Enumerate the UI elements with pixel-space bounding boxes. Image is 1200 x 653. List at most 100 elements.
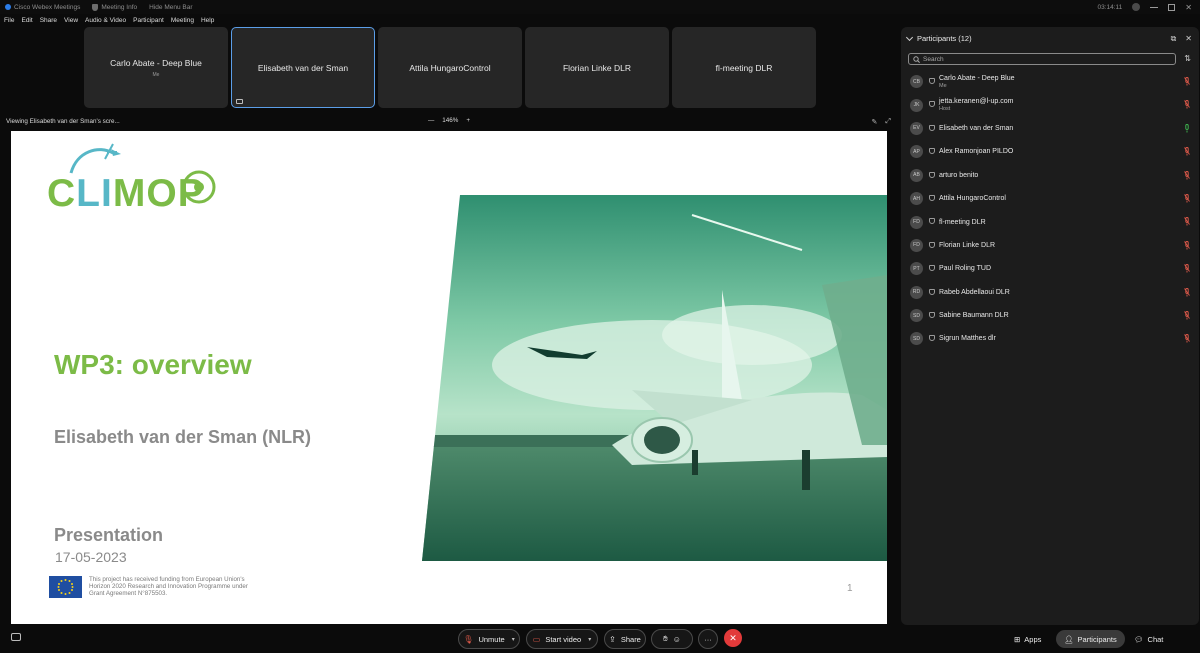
audio-connection-icon bbox=[929, 335, 935, 342]
participants-icon: 👤︎ bbox=[1064, 634, 1074, 644]
tile-name: Attila HungaroControl bbox=[409, 62, 491, 73]
participant-row[interactable]: AH Attila HungaroControl bbox=[901, 187, 1199, 210]
zoom-in-button[interactable]: + bbox=[466, 117, 470, 124]
video-tile[interactable]: Carlo Abate - Deep Blue Me bbox=[84, 27, 228, 108]
mic-muted-icon[interactable] bbox=[1184, 264, 1190, 273]
title-bar: Cisco Webex Meetings Meeting Info Hide M… bbox=[0, 0, 1200, 14]
participant-meta: fl-meeting DLR bbox=[939, 219, 986, 226]
slide-date: 17-05-2023 bbox=[55, 549, 127, 565]
participant-role: Me bbox=[939, 82, 947, 89]
reactions-icon[interactable]: ☺ bbox=[673, 635, 681, 644]
avatar: JK bbox=[910, 98, 923, 112]
fullscreen-icon[interactable]: ⤢ bbox=[885, 118, 891, 126]
chat-icon: 💬︎ bbox=[1134, 634, 1144, 644]
share-icon: ⇪ bbox=[609, 634, 616, 644]
participant-meta: Sabine Baumann DLR bbox=[939, 312, 1009, 319]
participant-row[interactable]: SD Sabine Baumann DLR bbox=[901, 304, 1199, 327]
audio-connection-icon bbox=[929, 148, 935, 155]
mic-muted-icon: 🎙︎ bbox=[463, 634, 474, 644]
mic-muted-icon[interactable] bbox=[1184, 100, 1190, 109]
participant-search-input[interactable]: Search bbox=[908, 53, 1176, 65]
captions-icon[interactable] bbox=[11, 633, 21, 641]
mic-muted-icon[interactable] bbox=[1184, 287, 1190, 297]
menu-file[interactable]: File bbox=[4, 17, 14, 24]
mic-muted-icon[interactable] bbox=[1184, 77, 1190, 86]
video-tile-active-speaker[interactable]: Elisabeth van der Sman bbox=[231, 27, 375, 108]
clock: 03:14:11 bbox=[1097, 3, 1123, 11]
menu-view[interactable]: View bbox=[64, 17, 78, 24]
chat-button[interactable]: 💬︎ Chat bbox=[1126, 630, 1171, 648]
participant-row[interactable]: FD Florian Linke DLR bbox=[901, 234, 1199, 257]
participants-panel: Participants (12) ⧉ ✕ Search ⇅ CB Carlo A… bbox=[901, 27, 1199, 625]
leave-meeting-button[interactable]: ✕ bbox=[724, 629, 742, 647]
menu-share[interactable]: Share bbox=[40, 17, 57, 24]
menu-participant[interactable]: Participant bbox=[133, 17, 164, 24]
audio-connection-icon bbox=[929, 171, 935, 178]
video-tile[interactable]: Attila HungaroControl bbox=[378, 27, 522, 108]
participant-meta: Alex Ramonjoan PILDO bbox=[939, 148, 1013, 155]
participant-name: Attila HungaroControl bbox=[939, 195, 1006, 203]
annotate-icon[interactable]: ✎ bbox=[872, 118, 878, 126]
participant-name: Sigrun Matthes dlr bbox=[939, 335, 996, 343]
participant-row[interactable]: RD Rabeb Abdellaoui DLR bbox=[901, 281, 1199, 304]
meeting-info-button[interactable]: Meeting Info bbox=[92, 3, 137, 11]
participant-row[interactable]: EV Elisabeth van der Sman bbox=[901, 117, 1199, 140]
avatar: FD bbox=[910, 215, 923, 229]
audio-connection-icon bbox=[929, 194, 935, 201]
viewing-bar: Viewing Elisabeth van der Sman's scre...… bbox=[0, 116, 895, 128]
close-window-icon[interactable]: ✕ bbox=[1185, 3, 1192, 12]
participant-row[interactable]: FD fl-meeting DLR bbox=[901, 210, 1199, 233]
video-tile[interactable]: Florian Linke DLR bbox=[525, 27, 669, 108]
more-options-button[interactable]: ··· bbox=[698, 629, 718, 649]
slide-author: Elisabeth van der Sman (NLR) bbox=[54, 427, 312, 447]
apps-icon: ⊞ bbox=[1014, 634, 1021, 644]
video-off-icon: ▭ bbox=[532, 634, 541, 644]
start-video-button[interactable]: ▭ Start video ▾ bbox=[526, 629, 598, 649]
mic-muted-icon[interactable] bbox=[1184, 310, 1190, 320]
zoom-out-button[interactable]: — bbox=[428, 117, 434, 124]
mic-muted-icon[interactable] bbox=[1184, 217, 1190, 226]
share-button[interactable]: ⇪ Share bbox=[604, 629, 646, 649]
audio-connection-icon bbox=[929, 101, 935, 108]
participant-row[interactable]: CB Carlo Abate - Deep Blue Me bbox=[901, 70, 1199, 93]
mic-muted-icon[interactable] bbox=[1184, 240, 1190, 250]
unmute-button[interactable]: 🎙︎ Unmute ▾ bbox=[458, 629, 520, 649]
chevron-down-icon[interactable]: ▾ bbox=[512, 636, 515, 643]
user-avatar[interactable] bbox=[1132, 3, 1141, 11]
mic-muted-icon[interactable] bbox=[1184, 194, 1190, 203]
apps-button[interactable]: ⊞ Apps bbox=[1006, 630, 1049, 648]
video-tile[interactable]: fl-meeting DLR bbox=[672, 27, 816, 108]
chevron-down-icon[interactable]: ▾ bbox=[588, 636, 591, 643]
participant-meta: Paul Roling TUD bbox=[939, 265, 991, 272]
participants-button[interactable]: 👤︎ Participants bbox=[1056, 630, 1125, 648]
audio-connection-icon bbox=[929, 241, 935, 248]
pop-out-icon[interactable]: ⧉ bbox=[1171, 34, 1177, 44]
menu-meeting[interactable]: Meeting bbox=[171, 17, 194, 24]
menu-help[interactable]: Help bbox=[201, 17, 214, 24]
participant-row[interactable]: PT Paul Roling TUD bbox=[901, 257, 1199, 280]
maximize-icon[interactable] bbox=[1168, 3, 1176, 11]
participant-row[interactable]: AB arturo benito bbox=[901, 164, 1199, 187]
sort-icon[interactable]: ⇅ bbox=[1184, 54, 1191, 63]
audio-connection-icon bbox=[929, 288, 935, 295]
mic-muted-icon[interactable] bbox=[1184, 170, 1190, 180]
minimize-icon[interactable] bbox=[1150, 6, 1159, 8]
audio-connection-icon bbox=[929, 124, 935, 131]
participant-row[interactable]: AP Alex Ramonjoan PILDO bbox=[901, 140, 1199, 163]
tile-name: Florian Linke DLR bbox=[562, 62, 632, 73]
avatar: AB bbox=[910, 168, 923, 182]
participants-header[interactable]: Participants (12) bbox=[905, 33, 972, 43]
raise-hand-icon[interactable]: ✋︎ bbox=[663, 634, 668, 644]
zoom-control: — 146% + bbox=[428, 117, 470, 124]
mic-muted-icon[interactable] bbox=[1184, 334, 1190, 343]
close-panel-icon[interactable]: ✕ bbox=[1185, 34, 1192, 44]
mic-muted-icon[interactable] bbox=[1184, 147, 1190, 156]
menu-audio-video[interactable]: Audio & Video bbox=[85, 17, 126, 24]
participant-row[interactable]: JK jetta.keranen@l-up.com Host bbox=[901, 93, 1199, 116]
participant-name: jetta.keranen@l-up.com bbox=[939, 98, 1014, 106]
slide-subtitle: Presentation bbox=[54, 525, 164, 545]
menu-edit[interactable]: Edit bbox=[21, 17, 32, 24]
hide-menu-bar-button[interactable]: Hide Menu Bar bbox=[149, 4, 192, 11]
mic-active-icon[interactable] bbox=[1184, 123, 1190, 133]
participant-row[interactable]: SD Sigrun Matthes dlr bbox=[901, 327, 1199, 350]
